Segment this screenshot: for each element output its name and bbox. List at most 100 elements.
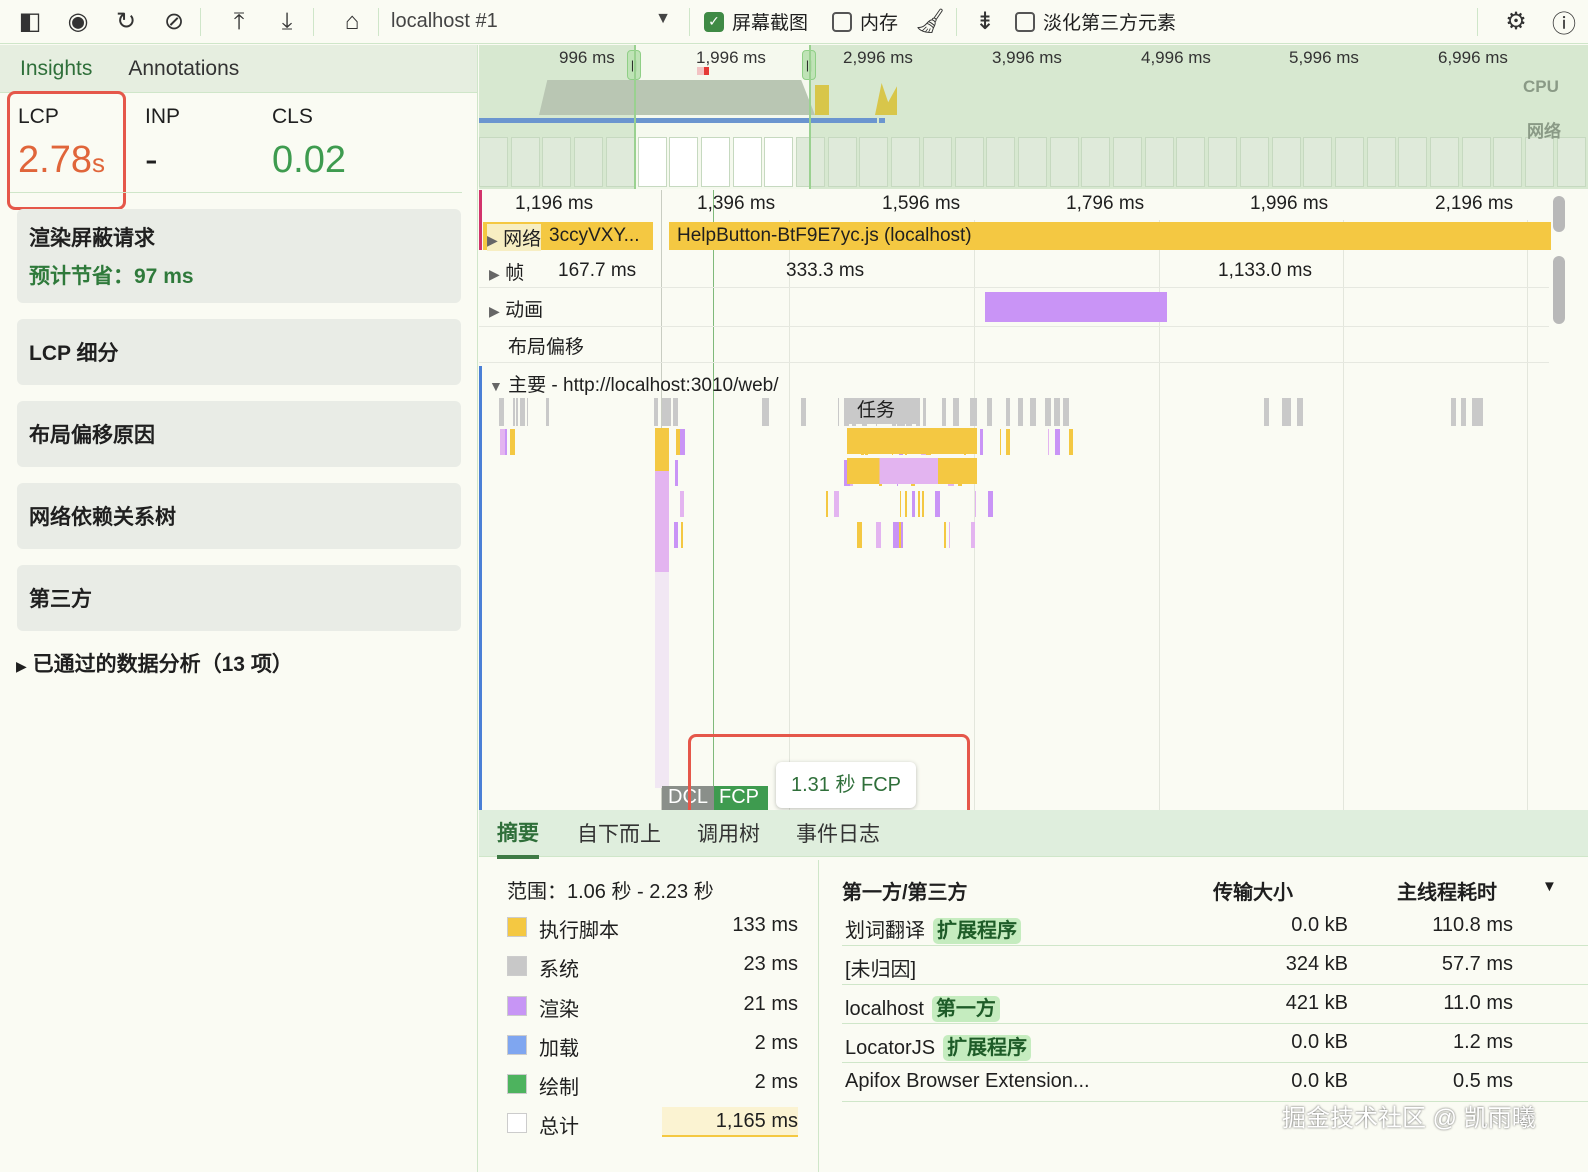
- flame-bar[interactable]: [847, 458, 977, 484]
- flame-bar[interactable]: [847, 428, 977, 454]
- table-row[interactable]: localhost 第一方: [845, 992, 1000, 1022]
- insight-render-blocking[interactable]: 渲染屏蔽请求 预计节省：97 ms: [17, 209, 461, 303]
- screenshot-thumbnail[interactable]: [1556, 137, 1586, 187]
- flame-bar[interactable]: [499, 398, 504, 426]
- flame-bar[interactable]: [679, 491, 684, 517]
- flame-bar[interactable]: [899, 491, 901, 517]
- flame-bar[interactable]: [900, 522, 903, 548]
- screenshot-thumbnail[interactable]: [574, 137, 604, 187]
- insight-network-tree[interactable]: 网络依赖关系树: [17, 483, 461, 549]
- screenshot-thumbnail[interactable]: [1176, 137, 1206, 187]
- flame-bar[interactable]: [675, 460, 678, 486]
- tab-annotations[interactable]: Annotations: [128, 57, 239, 81]
- screenshot-thumbnail[interactable]: [1081, 137, 1111, 187]
- flame-bar[interactable]: [917, 491, 920, 517]
- flame-bar[interactable]: [1286, 398, 1291, 426]
- screenshot-thumbnail[interactable]: [922, 137, 952, 187]
- flame-bar[interactable]: [1000, 429, 1002, 455]
- flame-bar[interactable]: [987, 398, 992, 426]
- flame-bar[interactable]: [922, 491, 924, 517]
- flame-bar[interactable]: [1068, 429, 1073, 455]
- scrollbar[interactable]: [1553, 256, 1565, 324]
- screenshot-thumbnail[interactable]: [954, 137, 984, 187]
- flame-bar[interactable]: [526, 398, 529, 426]
- flame-bar[interactable]: [673, 398, 678, 426]
- flame-bar[interactable]: [980, 429, 984, 455]
- table-row[interactable]: 划词翻译 扩展程序: [845, 914, 1021, 944]
- flame-bar[interactable]: [942, 398, 947, 426]
- flame-bar[interactable]: [943, 522, 947, 548]
- tab-bottom-up[interactable]: 自下而上: [577, 818, 661, 848]
- column-header-transfer-size[interactable]: 传输大小: [1213, 876, 1293, 905]
- frame-duration[interactable]: 1,133.0 ms: [1218, 260, 1312, 282]
- flame-bar[interactable]: [911, 491, 916, 517]
- screenshot-thumbnail[interactable]: [1493, 137, 1523, 187]
- flame-bar[interactable]: [519, 398, 525, 426]
- flame-bar[interactable]: [834, 491, 839, 517]
- flame-bar[interactable]: [1006, 398, 1010, 426]
- flame-bar[interactable]: [1006, 429, 1010, 455]
- timeline-overview[interactable]: || || 996 ms 1,996 ms 2,996 ms 3,996 ms …: [479, 45, 1588, 189]
- screenshot-thumbnail[interactable]: [669, 137, 699, 187]
- flame-bar[interactable]: [680, 522, 683, 548]
- flame-bar[interactable]: [675, 429, 680, 455]
- screenshot-thumbnail[interactable]: [1017, 137, 1047, 187]
- flame-bar[interactable]: [1054, 398, 1060, 426]
- insight-third-party[interactable]: 第三方: [17, 565, 461, 631]
- flame-bar[interactable]: [674, 522, 679, 548]
- flame-bar[interactable]: [948, 522, 951, 548]
- flame-bar[interactable]: [875, 522, 881, 548]
- screenshot-thumbnail[interactable]: [1113, 137, 1142, 187]
- task-block[interactable]: 任务: [849, 398, 919, 424]
- flame-area[interactable]: 1,196 ms 1,396 ms 1,596 ms 1,796 ms 1,99…: [479, 190, 1588, 810]
- record-icon[interactable]: ◉: [60, 4, 96, 40]
- screenshot-thumbnail[interactable]: [1049, 137, 1079, 187]
- flame-bar[interactable]: [510, 429, 515, 455]
- flame-bar[interactable]: [953, 398, 957, 426]
- network-request[interactable]: HelpButton-BtF9E7yc.js (localhost): [669, 222, 1551, 250]
- flame-bar[interactable]: [905, 491, 907, 517]
- screenshot-thumbnail[interactable]: [1366, 137, 1396, 187]
- upload-icon[interactable]: ⤒: [221, 4, 257, 40]
- flame-bar[interactable]: [857, 522, 862, 548]
- insight-layout-shift[interactable]: 布局偏移原因: [17, 401, 461, 467]
- flame-bar[interactable]: [763, 398, 767, 426]
- flame-bar[interactable]: [655, 398, 658, 426]
- tab-insights[interactable]: Insights: [20, 57, 92, 81]
- help-icon[interactable]: ⓘ: [1546, 4, 1582, 40]
- screenshot-thumbnail[interactable]: [1525, 137, 1555, 187]
- flame-bar[interactable]: [546, 398, 549, 426]
- flame-bar[interactable]: [1030, 398, 1036, 426]
- broom-icon[interactable]: 🧹︎: [912, 4, 948, 40]
- screenshot-thumbnail[interactable]: [1430, 137, 1459, 187]
- metric-cls[interactable]: CLS 0.02: [272, 105, 346, 182]
- scrollbar[interactable]: [1553, 196, 1565, 232]
- flame-bar[interactable]: [922, 398, 926, 426]
- download-icon[interactable]: ⤓: [269, 4, 305, 40]
- home-icon[interactable]: ⌂: [334, 4, 370, 40]
- clear-icon[interactable]: ⊘: [156, 4, 192, 40]
- flame-bar[interactable]: [515, 398, 518, 426]
- flame-bar[interactable]: [971, 398, 976, 426]
- track-animation[interactable]: ▶ 动画: [489, 295, 543, 322]
- screenshot-thumbnail[interactable]: [764, 137, 794, 187]
- reload-icon[interactable]: ↻: [108, 4, 144, 40]
- screenshot-thumbnail[interactable]: [1239, 137, 1269, 187]
- animation-bar[interactable]: [985, 292, 1167, 322]
- dim-third-party-checkbox[interactable]: 淡化第三方元素: [1015, 8, 1176, 35]
- track-network[interactable]: ▶ 网络: [487, 224, 542, 251]
- flame-bar[interactable]: [1263, 398, 1269, 426]
- screenshot-thumbnail[interactable]: [1303, 137, 1333, 187]
- screenshot-thumbnail[interactable]: [605, 137, 635, 187]
- frame-duration[interactable]: 167.7 ms: [558, 260, 636, 282]
- screenshot-thumbnail[interactable]: [986, 137, 1016, 187]
- screenshot-thumbnail[interactable]: [1334, 137, 1364, 187]
- flame-bar[interactable]: [837, 398, 839, 426]
- sort-desc-icon[interactable]: ▼: [1542, 878, 1557, 895]
- flame-bar[interactable]: [665, 398, 668, 426]
- flame-bar[interactable]: [1062, 398, 1069, 426]
- track-main[interactable]: ▼ 主要 - http://localhost:3010/web/: [489, 370, 779, 397]
- screenshot-thumbnail[interactable]: [1461, 137, 1491, 187]
- screenshots-checkbox[interactable]: ✓ 屏幕截图: [704, 8, 808, 35]
- table-row[interactable]: LocatorJS 扩展程序: [845, 1031, 1032, 1061]
